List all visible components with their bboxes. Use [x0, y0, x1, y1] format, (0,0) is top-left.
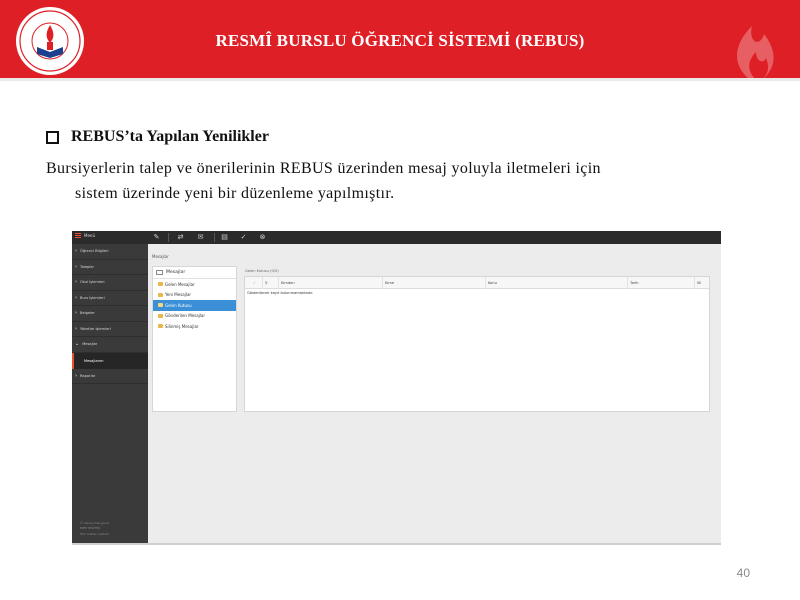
description-paragraph: Bursiyerlerin talep ve önerilerinin REBU… — [46, 156, 746, 206]
attachment-column: ⚲ — [263, 276, 279, 289]
message-table: ✓ ⚲ Kimden Kime Konu Tarih Sil Gösterile… — [244, 276, 710, 412]
sidebar-item-label: Burs İşlemleri — [80, 295, 105, 300]
slide-header: RESMÎ BURSLU ÖĞRENCİ SİSTEMİ (REBUS) — [0, 0, 800, 80]
mail-icon[interactable]: ✉ — [196, 233, 205, 242]
move-icon[interactable]: ⇄ — [176, 233, 185, 242]
sidebar-item-belgeler[interactable]: › Belgeler — [72, 306, 148, 322]
paragraph-line-1: Bursiyerlerin talep ve önerilerinin REBU… — [46, 160, 601, 177]
sidebar-item-label: Okul İşlemleri — [80, 280, 105, 285]
sidebar-item-yonetim[interactable]: › Yönetim İşlemleri — [72, 322, 148, 337]
folder-icon — [158, 282, 163, 287]
sidebar-item-raporlar[interactable]: › Raporlar — [72, 369, 148, 384]
app-topbar: Menü ✎ ⇄ ✉ ▤ ✓ ⊗ — [72, 231, 721, 244]
chevron-right-icon: › — [75, 279, 77, 286]
sidebar-item-label: Raporlar — [80, 373, 96, 378]
page-title: RESMÎ BURSLU ÖĞRENCİ SİSTEMİ (REBUS) — [215, 31, 585, 50]
sidebar-item-label: Yönetim İşlemleri — [80, 326, 111, 331]
close-circle-icon[interactable]: ⊗ — [258, 233, 267, 242]
bullet-heading-row: REBUS’ta Yapılan Yenilikler — [46, 128, 269, 146]
chevron-right-icon: › — [75, 248, 77, 255]
message-table-header: ✓ ⚲ Kimden Kime Konu Tarih Sil — [245, 276, 709, 289]
app-sidebar: › Öğrenci Bilgileri › Talepler › Okul İşlem… — [72, 244, 148, 543]
chevron-right-icon: › — [75, 294, 77, 301]
trash-icon — [158, 324, 163, 329]
folder-item-gelen-kutusu[interactable]: Gelen Kutusu — [153, 300, 236, 311]
column-header[interactable]: Kimden — [279, 276, 383, 289]
toolbar-divider — [168, 233, 169, 242]
sidebar-item-label: Talepler — [80, 264, 94, 269]
breadcrumb: Mesajlar — [152, 254, 169, 259]
column-header[interactable]: Tarih — [628, 276, 695, 289]
compose-icon[interactable]: ✎ — [152, 233, 161, 242]
menu-label: Menü — [84, 233, 95, 238]
folder-item-gonderilen[interactable]: Gönderilen Mesajlar — [153, 311, 236, 322]
rebus-screenshot: Menü ✎ ⇄ ✉ ▤ ✓ ⊗ › Öğrenci Bilgileri › Tal… — [72, 231, 721, 545]
column-header[interactable]: Konu — [486, 276, 628, 289]
message-list-caption: Gelen Kutusu (0/0) — [245, 269, 279, 273]
sidebar-footer-line: Tüm hakları saklıdır — [80, 531, 110, 536]
folder-panel: Mesajlar Gelen Mesajlar Yeni Mesajlar Ge… — [152, 266, 237, 412]
chevron-right-icon: › — [75, 325, 77, 332]
folder-item-silinmis[interactable]: Silinmiş Mesajlar — [153, 321, 236, 332]
inbox-icon — [158, 303, 163, 308]
folder-item-label: Silinmiş Mesajlar — [165, 323, 199, 329]
folder-panel-title: Mesajlar — [166, 270, 186, 275]
sidebar-item-mesajlar[interactable]: ⌄ Mesajlar — [72, 337, 148, 353]
folder-icon — [156, 270, 163, 275]
folder-icon — [158, 313, 163, 318]
folder-panel-header: Mesajlar — [153, 267, 236, 279]
sidebar-item-ogrenci[interactable]: › Öğrenci Bilgileri — [72, 244, 148, 260]
sidebar-item-burs[interactable]: › Burs İşlemleri — [72, 291, 148, 306]
sidebar-footer: © rebus.meb.gov.tr MEB YEĞİTEK Tüm hakla… — [80, 521, 110, 538]
meb-logo-icon — [16, 7, 84, 75]
sidebar-item-talepler[interactable]: › Talepler — [72, 260, 148, 275]
page-number: 40 — [736, 566, 750, 580]
pin-icon[interactable]: ✓ — [239, 233, 248, 242]
folder-item-label: Gelen Mesajlar — [165, 281, 195, 287]
sidebar-subitem-label: Mesajlarım — [84, 358, 104, 363]
bullet-heading: REBUS’ta Yapılan Yenilikler — [71, 128, 269, 145]
folder-item-gelen-mesajlar[interactable]: Gelen Mesajlar — [153, 279, 236, 290]
folder-item-label: Gelen Kutusu — [165, 302, 192, 308]
column-header[interactable]: Sil — [695, 277, 709, 289]
sidebar-item-label: Mesajlar — [82, 342, 98, 347]
select-all-checkbox[interactable]: ✓ — [245, 276, 263, 289]
toolbar-divider — [214, 233, 215, 242]
message-panel: Gelen Kutusu (0/0) ✓ ⚲ Kimden Kime Konu … — [244, 266, 710, 412]
folder-icon — [158, 292, 163, 297]
header-band — [0, 78, 800, 81]
sidebar-item-label: Belgeler — [80, 311, 95, 316]
chevron-right-icon: › — [75, 310, 77, 317]
checkbox-square-icon — [46, 131, 59, 144]
app-main: Mesajlar Mesajlar Gelen Mesajlar Yeni Me… — [148, 244, 721, 543]
chevron-down-icon: ⌄ — [75, 341, 80, 348]
sidebar-subitem-mesajlarim[interactable]: Mesajlarım — [72, 352, 148, 369]
folder-item-label: Yeni Mesajlar — [165, 292, 192, 298]
archive-icon[interactable]: ▤ — [220, 233, 229, 242]
menu-button[interactable]: Menü — [75, 233, 95, 238]
column-header[interactable]: Kime — [383, 276, 486, 289]
sidebar-item-label: Öğrenci Bilgileri — [80, 249, 109, 254]
empty-message: Gösterilecek kayıt bulunmamaktadır. — [247, 291, 314, 295]
chevron-right-icon: › — [75, 263, 77, 270]
sidebar-item-okul[interactable]: › Okul İşlemleri — [72, 275, 148, 291]
flame-watermark-icon — [737, 26, 774, 80]
chevron-right-icon: › — [75, 372, 77, 379]
folder-item-yeni-mesajlar[interactable]: Yeni Mesajlar — [153, 290, 236, 301]
hamburger-icon — [75, 233, 81, 238]
folder-item-label: Gönderilen Mesajlar — [165, 313, 205, 319]
paragraph-line-2: sistem üzerinde yeni bir düzenleme yapıl… — [75, 185, 395, 202]
